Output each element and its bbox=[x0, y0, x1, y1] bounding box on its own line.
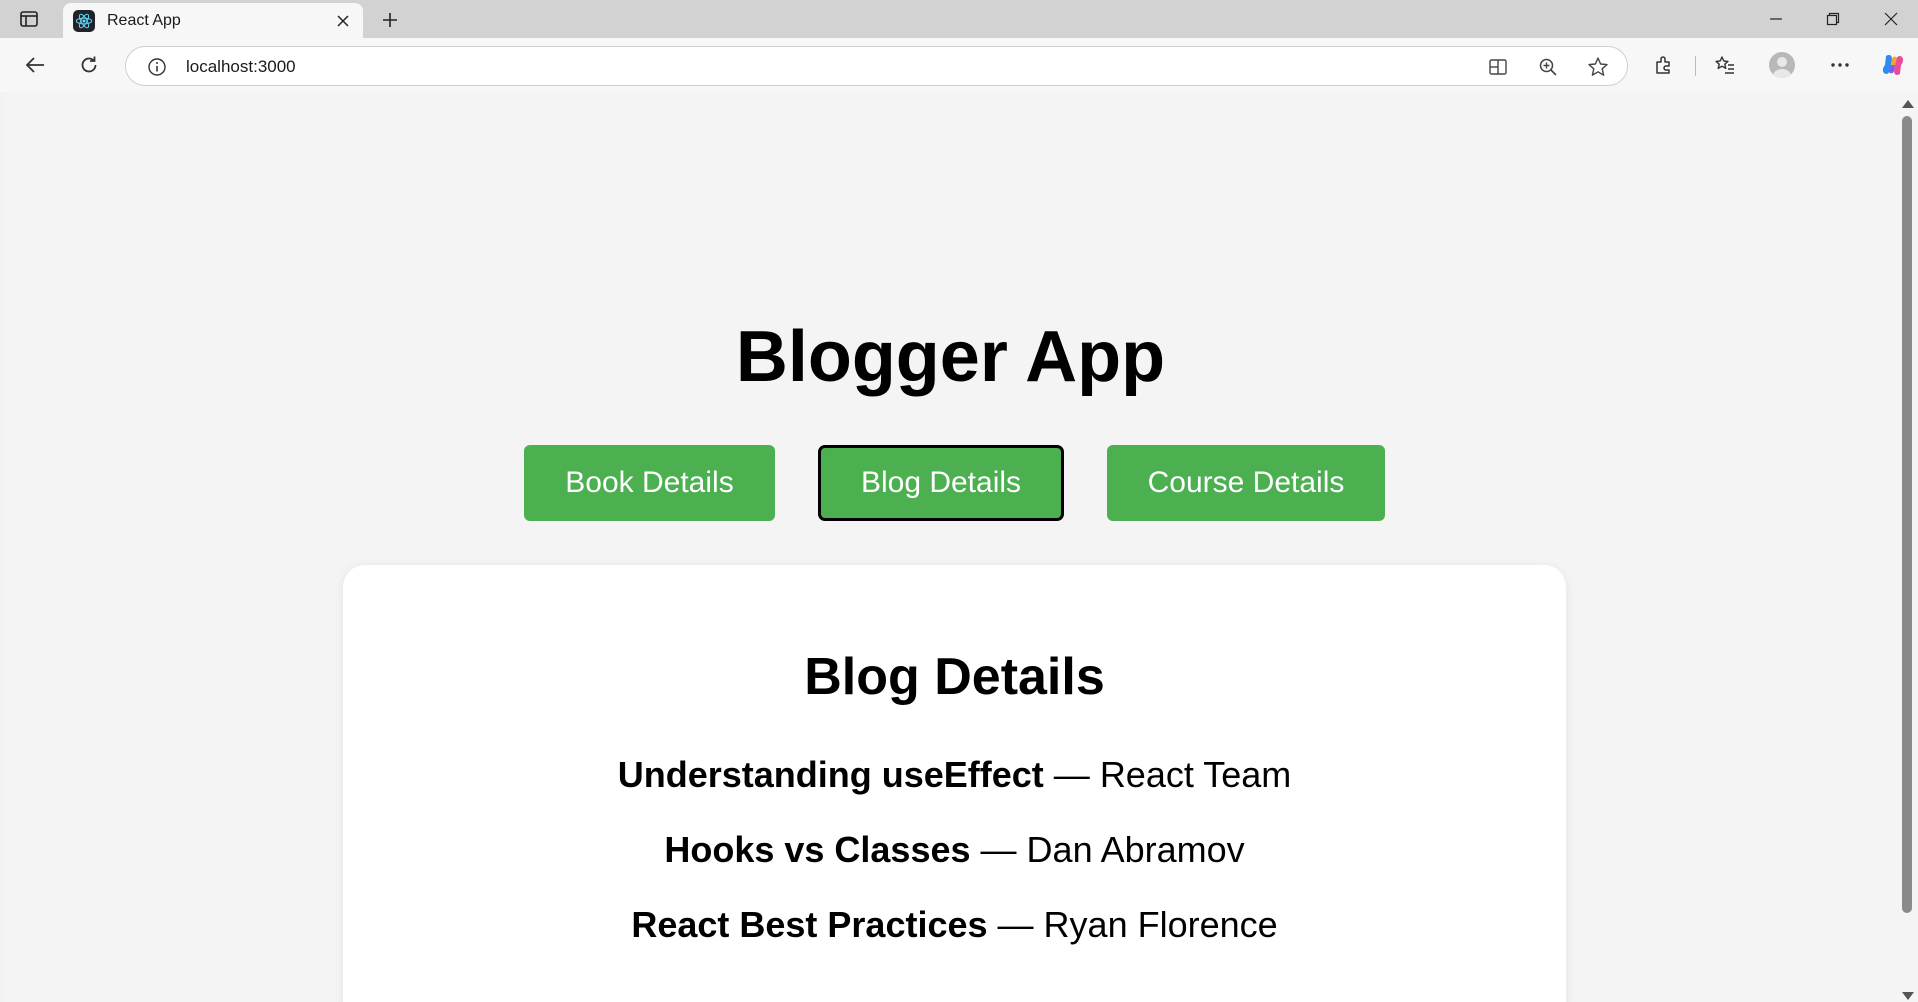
app-title: Blogger App bbox=[735, 317, 1166, 397]
avatar bbox=[1769, 52, 1795, 78]
card-title: Blog Details bbox=[804, 648, 1105, 706]
split-screen-icon[interactable] bbox=[1486, 55, 1510, 79]
vertical-scrollbar[interactable] bbox=[1897, 92, 1918, 1002]
extensions-icon[interactable] bbox=[1646, 47, 1682, 83]
minimize-icon[interactable] bbox=[1758, 5, 1794, 33]
window-close-icon[interactable] bbox=[1873, 5, 1909, 33]
favorite-star-icon[interactable] bbox=[1586, 55, 1610, 79]
react-logo-icon bbox=[73, 9, 95, 32]
blog-details-button[interactable]: Blog Details bbox=[818, 445, 1064, 521]
back-arrow-icon[interactable] bbox=[17, 47, 53, 83]
page-viewport: Blogger App Book Details Blog Details Co… bbox=[4, 92, 1897, 1002]
blog-separator: — bbox=[1043, 754, 1100, 795]
address-bar[interactable]: localhost:3000 bbox=[125, 46, 1628, 86]
browser-tab[interactable]: React App bbox=[63, 3, 363, 38]
toolbar-divider bbox=[1695, 56, 1696, 76]
profile-avatar-icon[interactable] bbox=[1764, 47, 1800, 83]
blog-title: React Best Practices bbox=[631, 904, 988, 945]
scroll-thumb[interactable] bbox=[1902, 116, 1912, 913]
copilot-icon[interactable] bbox=[1875, 47, 1911, 83]
blog-separator: — bbox=[970, 829, 1027, 870]
course-details-button[interactable]: Course Details bbox=[1107, 445, 1385, 521]
browser-title-bar: React App bbox=[0, 0, 1918, 38]
url-text[interactable]: localhost:3000 bbox=[186, 57, 296, 77]
blog-author: Ryan Florence bbox=[1043, 904, 1278, 945]
blog-title: Hooks vs Classes bbox=[664, 829, 971, 870]
tab-title: React App bbox=[107, 11, 181, 29]
favorites-icon[interactable] bbox=[1707, 47, 1743, 83]
restore-icon[interactable] bbox=[1815, 5, 1851, 33]
blog-separator: — bbox=[987, 904, 1044, 945]
close-tab-icon[interactable] bbox=[333, 11, 353, 31]
scroll-up-arrow-icon[interactable] bbox=[1902, 100, 1914, 108]
browser-toolbar: localhost:3000 bbox=[0, 38, 1918, 92]
book-details-button[interactable]: Book Details bbox=[524, 445, 775, 521]
zoom-icon[interactable] bbox=[1536, 55, 1560, 79]
details-card: Blog Details Understanding useEffect — R… bbox=[343, 565, 1566, 1002]
blog-author: React Team bbox=[1099, 754, 1292, 795]
blog-title: Understanding useEffect bbox=[617, 754, 1044, 795]
more-options-icon[interactable] bbox=[1822, 47, 1858, 83]
sidebar-toggle-icon[interactable] bbox=[14, 7, 44, 31]
blog-item: Hooks vs Classes — Dan Abramov bbox=[343, 828, 1566, 872]
scroll-down-arrow-icon[interactable] bbox=[1902, 992, 1914, 1000]
blog-item: React Best Practices — Ryan Florence bbox=[343, 903, 1566, 947]
blog-author: Dan Abramov bbox=[1026, 829, 1245, 870]
site-info-icon[interactable] bbox=[146, 56, 168, 78]
blog-item: Understanding useEffect — React Team bbox=[343, 753, 1566, 797]
reload-icon[interactable] bbox=[71, 47, 107, 83]
new-tab-icon[interactable] bbox=[376, 6, 404, 34]
